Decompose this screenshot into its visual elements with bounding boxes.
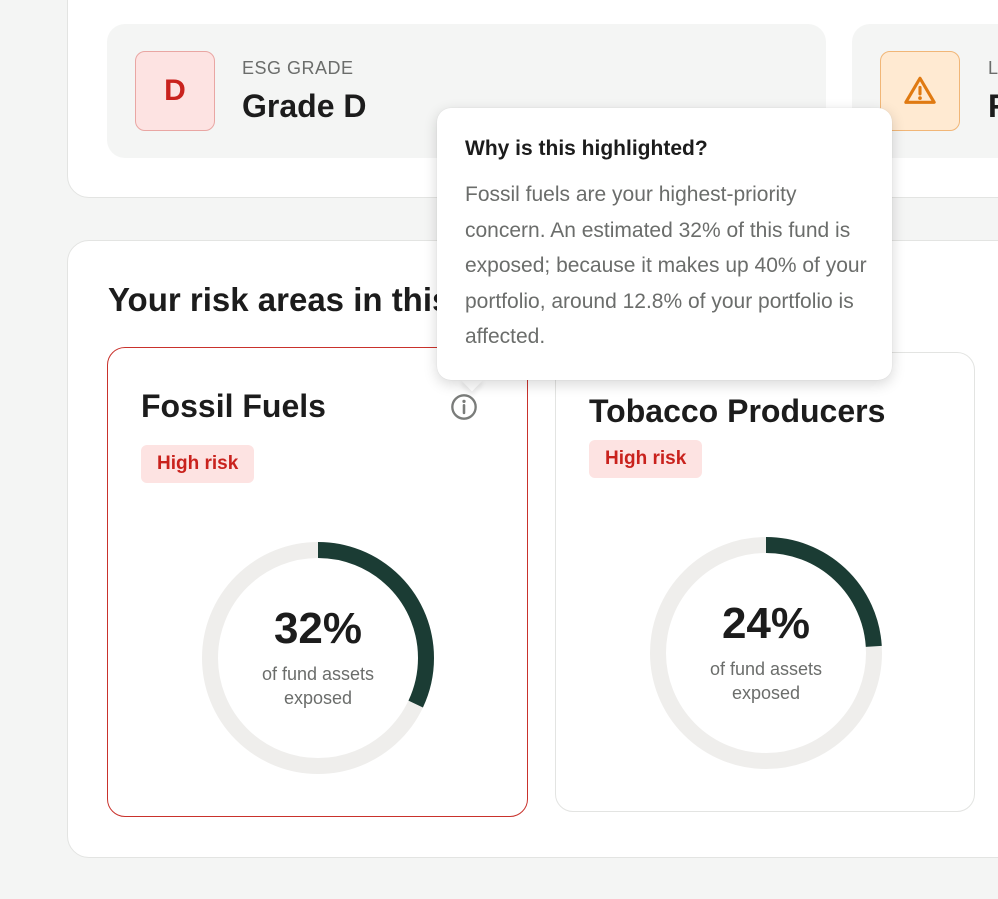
esg-grade-letter: D — [164, 74, 186, 107]
fund-detail-view: D ESG GRADE Grade D L F Your risk areas … — [0, 0, 998, 899]
risk-area-name: Fossil Fuels — [141, 388, 326, 424]
high-risk-badge: High risk — [141, 445, 255, 483]
second-metric-label: L — [988, 58, 998, 78]
esg-grade-badge: D — [135, 51, 215, 131]
risk-area-name: Tobacco Producers — [589, 393, 886, 429]
esg-grade-value: Grade D — [242, 88, 367, 124]
exposure-donut: 32% of fund assets exposed — [198, 538, 438, 778]
exposure-donut-chart — [650, 537, 882, 769]
exposure-percent: 24% — [721, 599, 811, 648]
warning-icon — [904, 76, 936, 104]
second-metric-value: F — [988, 88, 998, 124]
warning-badge — [880, 51, 960, 131]
info-icon[interactable] — [450, 393, 478, 421]
risk-area-card-fossil-fuels[interactable]: Fossil Fuels High risk 32% of fund asset… — [107, 347, 528, 817]
exposure-donut: 24% of fund assets exposed — [646, 533, 886, 773]
exposure-caption: of fund assets exposed — [261, 664, 375, 708]
risk-area-card-tobacco-producers[interactable]: Tobacco Producers High risk 24% of fund … — [555, 352, 975, 812]
exposure-percent: 32% — [273, 604, 363, 653]
exposure-caption: of fund assets exposed — [709, 659, 823, 703]
info-tooltip: Why is this highlighted? Fossil fuels ar… — [437, 108, 892, 380]
exposure-donut-chart — [202, 542, 434, 774]
tooltip-title: Why is this highlighted? — [465, 137, 708, 160]
esg-grade-label: ESG GRADE — [242, 58, 354, 78]
high-risk-badge: High risk — [589, 440, 703, 478]
tooltip-body: Fossil fuels are your highest-priority c… — [465, 183, 867, 348]
